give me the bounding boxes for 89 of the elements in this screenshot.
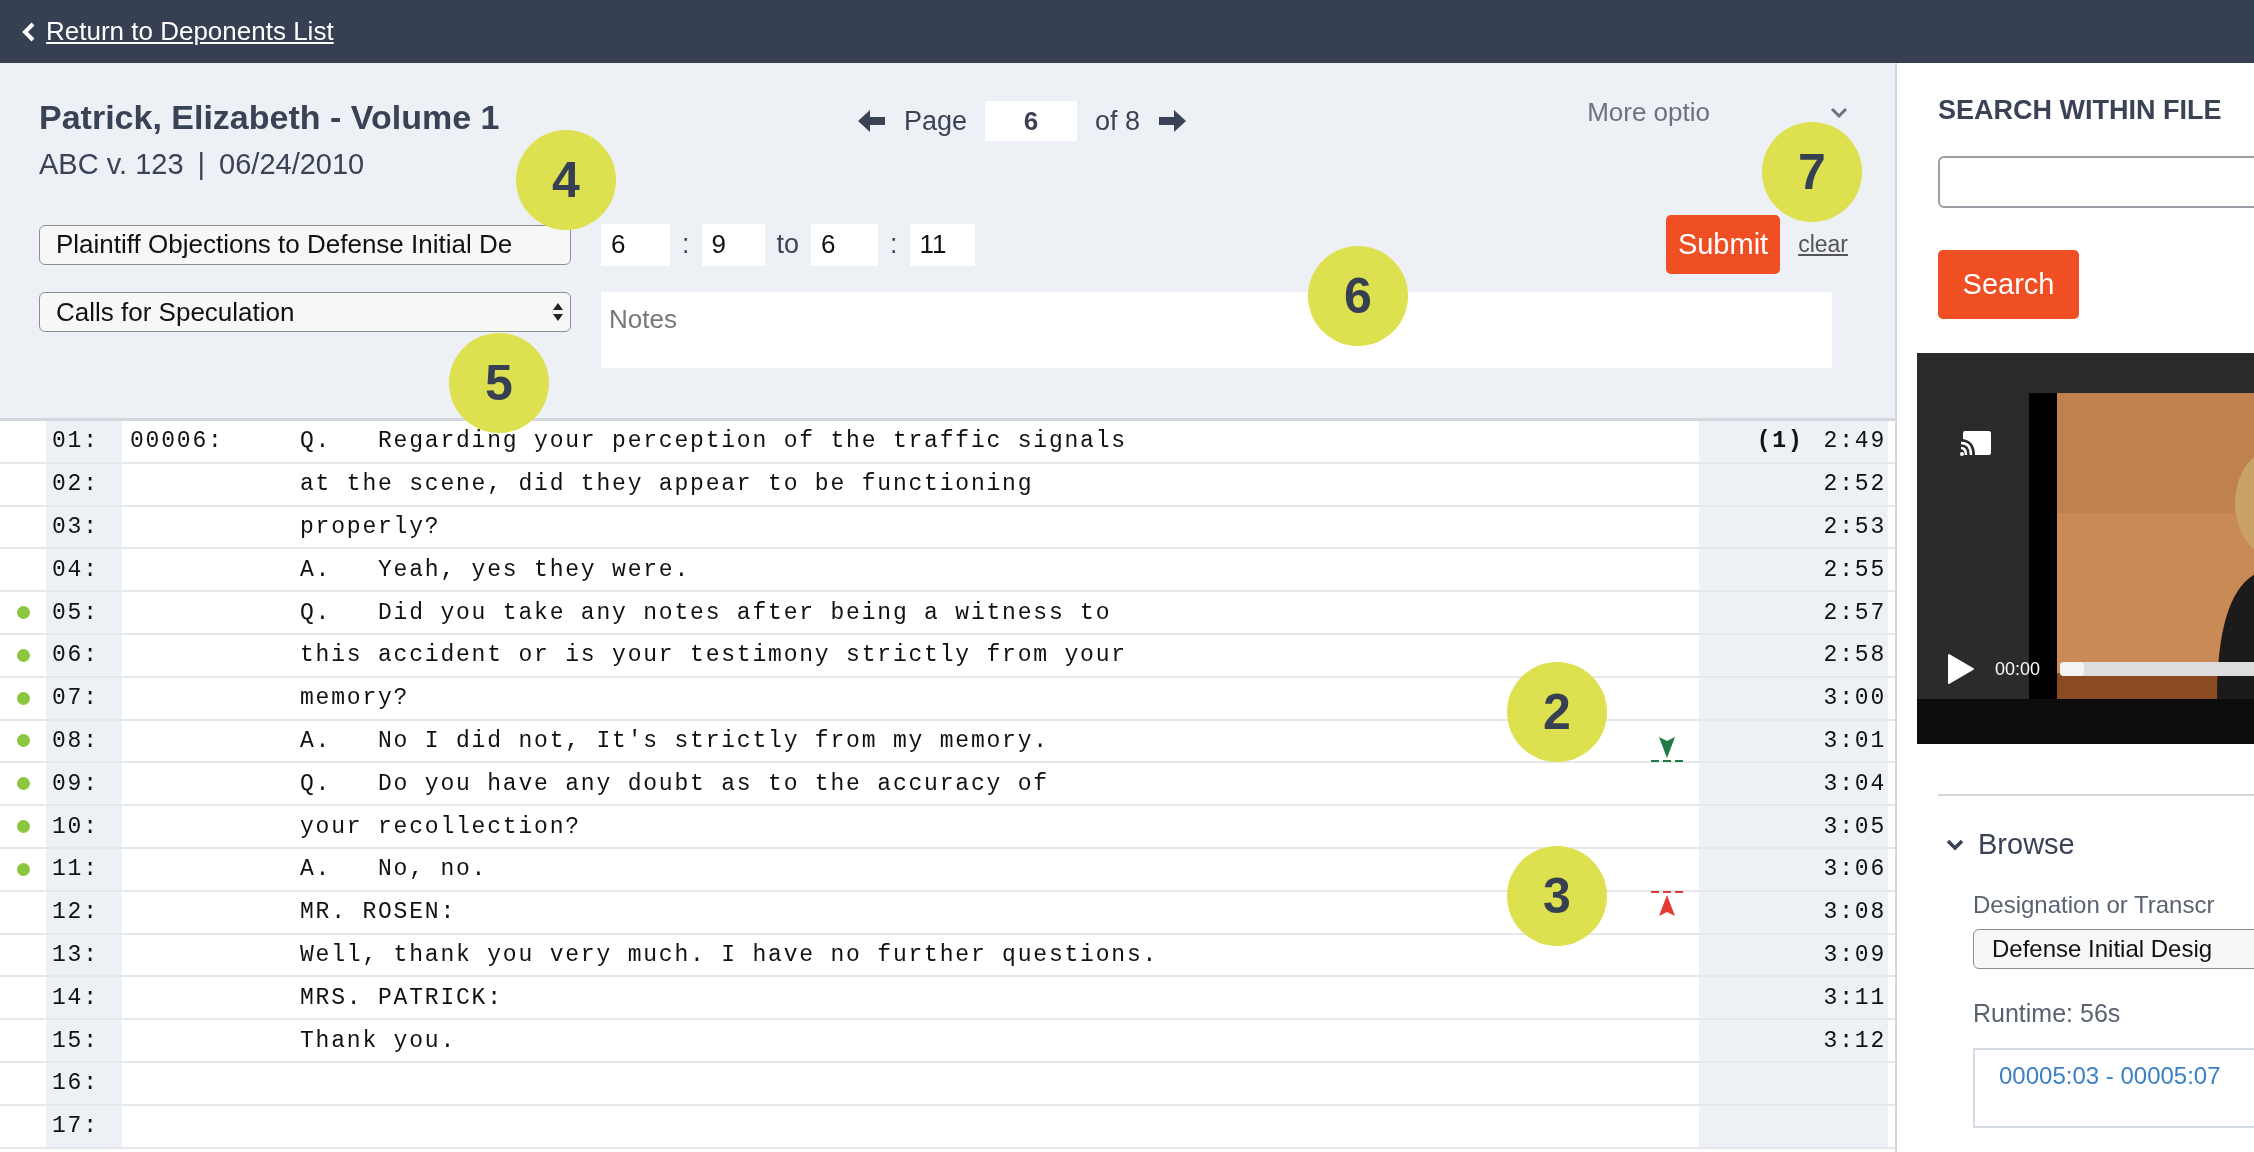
objection-select[interactable]: Calls for Speculation bbox=[39, 292, 571, 332]
progress-thumb[interactable] bbox=[2060, 662, 2085, 676]
timestamp: 2:57 bbox=[1823, 599, 1886, 626]
page-reference: 00006: bbox=[130, 428, 225, 455]
line-number: 16: bbox=[46, 1062, 122, 1104]
timestamp: 3:11 bbox=[1823, 984, 1886, 1011]
line-number: 02: bbox=[46, 463, 122, 505]
line-number: 08: bbox=[46, 720, 122, 762]
chevron-down-icon[interactable] bbox=[1946, 837, 1964, 852]
arrow-right-icon[interactable] bbox=[1158, 109, 1187, 133]
colon: : bbox=[682, 229, 690, 260]
timestamp: 2:55 bbox=[1823, 556, 1886, 583]
line-number: 09: bbox=[46, 763, 122, 805]
designation-select[interactable]: Plaintiff Objections to Defense Initial De bbox=[39, 224, 571, 265]
transcript-text: properly? bbox=[300, 514, 441, 540]
field-label: Designation or Transcr bbox=[1973, 891, 2216, 919]
timestamp: 3:05 bbox=[1823, 813, 1886, 840]
transcript-text: A. Yeah, yes they were. bbox=[300, 556, 691, 583]
transcript-text: A. No, no. bbox=[300, 856, 488, 883]
deponent-title: Patrick, Elizabeth - Volume 1 bbox=[39, 97, 501, 137]
transcript-text: MRS. PATRICK: bbox=[300, 984, 503, 1011]
start-page-input[interactable]: 6 bbox=[601, 223, 670, 266]
select-arrows-icon bbox=[552, 302, 564, 322]
transcript-text: your recollection? bbox=[300, 813, 581, 840]
search-field[interactable] bbox=[1938, 156, 2254, 208]
timestamp: 3:01 bbox=[1823, 727, 1886, 754]
timestamp: 3:00 bbox=[1823, 685, 1886, 712]
submit-button[interactable]: Submit bbox=[1665, 215, 1781, 274]
end-page-input[interactable]: 6 bbox=[811, 223, 879, 266]
line-number: 15: bbox=[46, 1020, 122, 1061]
clear-link[interactable]: clear bbox=[1798, 231, 1848, 258]
line-number: 04: bbox=[46, 549, 122, 591]
line-number: 14: bbox=[46, 977, 122, 1019]
case-name: ABC v. 123 bbox=[39, 147, 184, 182]
line-number: 07: bbox=[46, 677, 122, 719]
transcript-text: at the scene, did they appear to be functioning bbox=[300, 471, 1034, 498]
browse-toggle[interactable]: Browse bbox=[1978, 828, 2075, 861]
timestamp: 3:08 bbox=[1823, 899, 1886, 926]
page-input[interactable]: 6 bbox=[985, 101, 1078, 141]
callout-marker: 3 bbox=[1507, 846, 1607, 946]
more-options-link[interactable]: More optio bbox=[1587, 97, 1710, 128]
runtime-label: Runtime: 56s bbox=[1973, 999, 2122, 1028]
transcript-text: A. No I did not, It's strictly from my memory. bbox=[300, 727, 1049, 754]
timestamp: 2:58 bbox=[1823, 642, 1886, 669]
deposition-date: 06/24/2010 bbox=[219, 147, 365, 182]
transcript-text: MR. ROSEN: bbox=[300, 899, 457, 926]
transcript-text: Thank you. bbox=[300, 1027, 457, 1054]
video-player[interactable]: 00:00 bbox=[1917, 353, 2254, 744]
transcript-text: this accident or is your testimony strictly from your bbox=[300, 642, 1127, 669]
timestamp: 2:52 bbox=[1823, 471, 1886, 498]
play-icon[interactable] bbox=[1947, 653, 1975, 685]
end-line-input[interactable]: 11 bbox=[909, 223, 975, 266]
timestamp: 3:12 bbox=[1823, 1027, 1886, 1054]
transcript-text: Well, thank you very much. I have no further questions. bbox=[300, 941, 1159, 968]
line-number: 13: bbox=[46, 934, 122, 976]
transcript-text: Q. Do you have any doubt as to the accuracy of bbox=[300, 770, 1049, 797]
timestamp: 3:09 bbox=[1823, 941, 1886, 968]
segment-number: (1) bbox=[1756, 428, 1804, 455]
search-heading: SEARCH WITHIN FILE bbox=[1938, 95, 2223, 126]
line-number: 10: bbox=[46, 806, 122, 847]
line-number: 05: bbox=[46, 592, 122, 633]
transcript-text: Q. Did you take any notes after being a witness to bbox=[300, 599, 1112, 626]
start-line-input[interactable]: 9 bbox=[701, 223, 765, 266]
search-button[interactable]: Search bbox=[1938, 250, 2079, 319]
line-number: 01: bbox=[46, 421, 122, 462]
back-link[interactable]: Return to Deponents List bbox=[46, 16, 334, 47]
page-total: of 8 bbox=[1095, 105, 1141, 137]
line-number: 17: bbox=[46, 1105, 122, 1147]
line-number: 03: bbox=[46, 506, 122, 548]
clip-link[interactable]: 00005:03 - 00005:07 bbox=[1999, 1062, 2221, 1089]
line-number: 11: bbox=[46, 848, 122, 890]
timestamp: 3:06 bbox=[1823, 856, 1886, 883]
chevron-down-icon bbox=[1830, 106, 1848, 119]
chevron-left-icon bbox=[22, 21, 36, 42]
line-number: 12: bbox=[46, 891, 122, 933]
timestamp: 2:53 bbox=[1823, 514, 1886, 540]
separator: | bbox=[197, 147, 206, 182]
arrow-left-icon[interactable] bbox=[858, 109, 886, 133]
page-label: Page bbox=[904, 105, 968, 137]
designation-select[interactable]: Defense Initial Desig bbox=[1973, 929, 2254, 969]
callout-marker: 2 bbox=[1507, 662, 1607, 762]
video-time: 00:00 bbox=[1995, 658, 2041, 680]
line-number: 06: bbox=[46, 635, 122, 676]
timestamp: 3:04 bbox=[1823, 770, 1886, 797]
cast-icon[interactable] bbox=[1959, 429, 1993, 457]
to-label: to bbox=[776, 229, 800, 260]
colon: : bbox=[890, 229, 898, 260]
transcript-text: memory? bbox=[300, 685, 410, 712]
timestamp: 2:49 bbox=[1823, 428, 1886, 455]
